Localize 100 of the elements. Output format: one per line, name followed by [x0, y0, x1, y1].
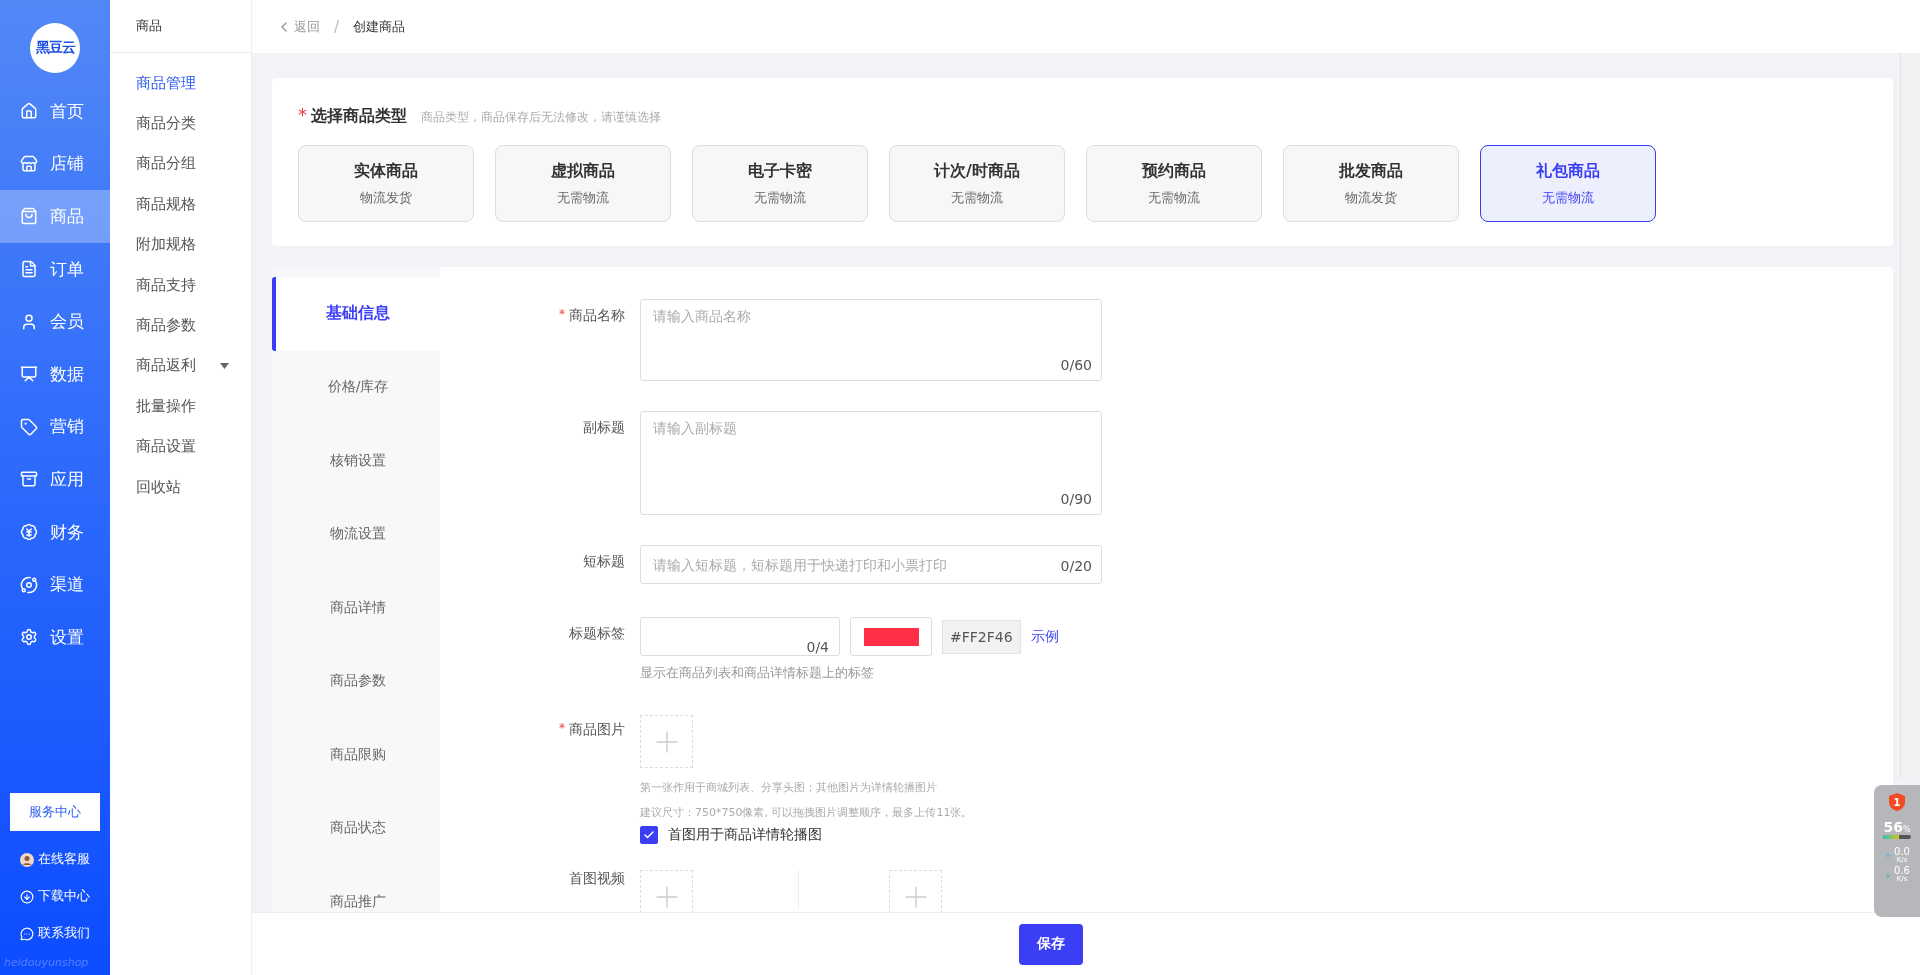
type-card[interactable]: 预约商品 无需物流: [1086, 145, 1262, 222]
field-label: 标题标签: [569, 625, 625, 643]
char-counter: 0/4: [806, 639, 829, 655]
yen-icon: [20, 523, 38, 542]
nav-link[interactable]: 在线客服: [0, 841, 110, 878]
section-title: 选择商品类型: [311, 106, 407, 127]
form-tab[interactable]: 商品状态: [272, 791, 440, 865]
type-name: 电子卡密: [748, 160, 812, 182]
type-name: 实体商品: [354, 160, 418, 182]
type-card[interactable]: 礼包商品 无需物流: [1480, 145, 1656, 222]
orbit-icon: [20, 575, 38, 594]
brand-text: heidouyunshop: [3, 955, 90, 971]
settings-icon: [20, 628, 38, 647]
nav-item[interactable]: 应用: [0, 453, 110, 506]
char-counter: 0/20: [1060, 558, 1092, 574]
type-subtitle: 无需物流: [557, 189, 609, 207]
checkbox[interactable]: [640, 826, 658, 844]
nav-link[interactable]: 下载中心: [0, 878, 110, 915]
type-subtitle: 无需物流: [1542, 189, 1594, 207]
upload-icon: [1884, 851, 1893, 860]
form-tab[interactable]: 商品详情: [272, 571, 440, 645]
submenu-item[interactable]: 商品参数: [110, 305, 251, 346]
submenu-item[interactable]: 商品规格: [110, 184, 251, 225]
section-title: 商品: [110, 0, 251, 53]
type-name: 批发商品: [1339, 160, 1403, 182]
type-card[interactable]: 批发商品 物流发货: [1283, 145, 1459, 222]
type-card[interactable]: 计次/时商品 无需物流: [889, 145, 1065, 222]
type-subtitle: 无需物流: [951, 189, 1003, 207]
nav-item[interactable]: 渠道: [0, 558, 110, 611]
submenu-item[interactable]: 商品分类: [110, 103, 251, 144]
logo: 黑豆云: [30, 23, 80, 73]
form-tab[interactable]: 核销设置: [272, 424, 440, 498]
type-name: 计次/时商品: [934, 160, 1020, 182]
submenu-item[interactable]: 附加规格: [110, 224, 251, 265]
help-text: 第一张作用于商城列表、分享头图；其他图片为详情轮播图片: [640, 780, 938, 795]
chart-icon: [20, 365, 38, 384]
color-code: #FF2F46: [942, 619, 1021, 654]
help-text: 显示在商品列表和商品详情标题上的标签: [640, 664, 875, 682]
form-tab[interactable]: 物流设置: [272, 497, 440, 571]
checkbox-label: 首图用于商品详情轮播图: [668, 826, 822, 844]
submenu-item[interactable]: 商品支持: [110, 264, 251, 306]
chat-icon: [20, 926, 34, 941]
field-label: 短标题: [583, 553, 625, 571]
type-card[interactable]: 虚拟商品 无需物流: [495, 145, 671, 222]
upload-box[interactable]: [640, 715, 693, 768]
char-counter: 0/60: [1060, 357, 1092, 373]
tag-field[interactable]: 0/4: [640, 617, 840, 656]
field-label: 首图视频: [569, 870, 625, 888]
user-icon: [20, 312, 38, 331]
help-text: 建议尺寸：750*750像素, 可以拖拽图片调整顺序，最多上传11张。: [640, 805, 973, 820]
checkbox-row[interactable]: 首图用于商品详情轮播图: [640, 826, 973, 844]
nav-item[interactable]: 会员: [0, 295, 110, 348]
breadcrumb-separator: /: [334, 17, 340, 36]
save-button[interactable]: 保存: [1019, 923, 1083, 965]
type-card[interactable]: 电子卡密 无需物流: [692, 145, 868, 222]
service-center-button[interactable]: 服务中心: [10, 793, 100, 831]
store-icon: [20, 154, 38, 173]
type-name: 礼包商品: [1536, 160, 1600, 182]
submenu-item[interactable]: 回收站: [110, 466, 251, 508]
type-card[interactable]: 实体商品 物流发货: [298, 145, 474, 222]
nav-item[interactable]: 设置: [0, 610, 110, 664]
check-icon: [643, 829, 655, 841]
submenu-item[interactable]: 商品设置: [110, 426, 251, 467]
color-picker[interactable]: [850, 617, 932, 656]
form-tab[interactable]: 商品参数: [272, 644, 440, 718]
form-tab[interactable]: 商品限购: [272, 718, 440, 792]
usage-percent: 56: [1883, 819, 1903, 835]
submenu-item[interactable]: 商品分组: [110, 143, 251, 185]
field-label: 商品名称: [569, 307, 625, 325]
speed-value: 0.0: [1894, 847, 1910, 857]
document-icon: [20, 260, 38, 279]
char-counter: 0/90: [1060, 491, 1092, 507]
type-subtitle: 物流发货: [1345, 189, 1397, 207]
nav-item[interactable]: 订单: [0, 242, 110, 296]
type-name: 预约商品: [1142, 160, 1206, 182]
nav-item[interactable]: 数据: [0, 347, 110, 401]
nav-item[interactable]: 财务: [0, 505, 110, 559]
submenu-item[interactable]: 商品管理: [110, 63, 251, 104]
form-tab[interactable]: 基础信息: [272, 277, 440, 351]
required-mark: *: [298, 104, 307, 125]
example-link[interactable]: 示例: [1030, 627, 1059, 646]
breadcrumb-current: 创建商品: [353, 17, 406, 36]
submenu-item[interactable]: 批量操作: [110, 386, 251, 427]
type-subtitle: 物流发货: [360, 189, 412, 207]
required-mark: *: [559, 721, 565, 735]
back-link[interactable]: 返回: [276, 17, 320, 36]
type-subtitle: 无需物流: [1148, 189, 1200, 207]
field-label: 商品图片: [569, 721, 625, 739]
shield-icon: 1: [1889, 793, 1905, 811]
home-icon: [20, 102, 38, 121]
type-subtitle: 无需物流: [754, 189, 806, 207]
form-tab[interactable]: 商品推广: [272, 865, 440, 912]
nav-item[interactable]: 店铺: [0, 137, 110, 191]
nav-item[interactable]: 营销: [0, 400, 110, 454]
nav-link[interactable]: 联系我们: [0, 915, 110, 952]
form-tab[interactable]: 价格/库存: [272, 350, 440, 424]
nav-item[interactable]: 首页: [0, 85, 110, 138]
submenu-item[interactable]: 商品返利: [110, 345, 251, 387]
avatar-icon: [20, 852, 34, 867]
speed-value: 0.6: [1894, 866, 1910, 876]
